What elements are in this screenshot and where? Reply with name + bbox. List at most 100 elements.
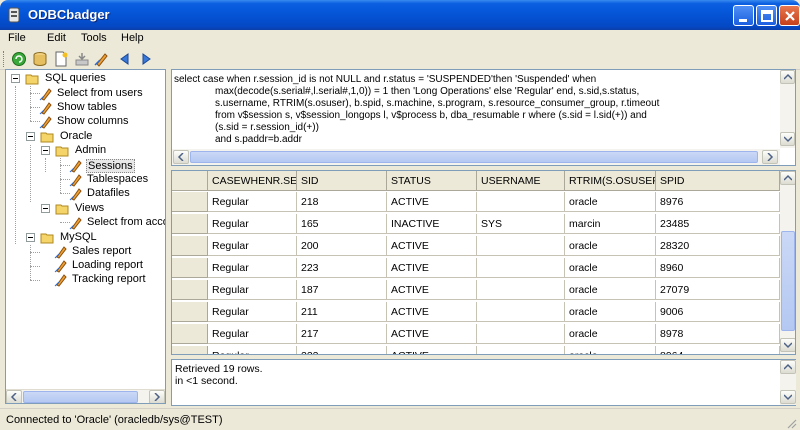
column-header[interactable]: SPID (656, 171, 780, 191)
grid-cell[interactable]: 222 (297, 346, 387, 354)
tree-node-views[interactable]: Views (41, 202, 161, 216)
menu-file[interactable]: File (8, 32, 26, 44)
sql-vertical-scrollbar[interactable] (780, 70, 795, 148)
collapse-toggle[interactable] (26, 233, 35, 242)
tree-horizontal-scrollbar[interactable] (6, 389, 165, 403)
scroll-left-button[interactable] (173, 150, 189, 164)
tree-node-sessions[interactable]: Sessions (69, 159, 164, 173)
tree-node-view-query[interactable]: Select from acco (69, 216, 165, 230)
message-pane[interactable]: Retrieved 19 rows. in <1 second. (171, 359, 796, 406)
grid-cell[interactable]: ACTIVE (387, 280, 477, 300)
menu-edit[interactable]: Edit (47, 32, 66, 44)
grid-cell[interactable]: oracle (565, 280, 656, 300)
collapse-toggle[interactable] (41, 204, 50, 213)
connect-icon[interactable] (32, 51, 48, 67)
scroll-right-button[interactable] (762, 150, 778, 164)
grid-cell[interactable]: 8976 (656, 192, 780, 212)
new-query-icon[interactable] (53, 51, 69, 67)
menu-tools[interactable]: Tools (81, 32, 107, 44)
collapse-toggle[interactable] (41, 146, 50, 155)
row-selector[interactable] (172, 236, 208, 256)
row-selector[interactable] (172, 192, 208, 212)
tree-node-query[interactable]: Show tables (39, 101, 164, 115)
title-bar[interactable]: ODBCbadger (0, 0, 800, 30)
grid-cell[interactable]: ACTIVE (387, 236, 477, 256)
tree-node-tracking-report[interactable]: Tracking report (54, 273, 164, 287)
tree-node-loading-report[interactable]: Loading report (54, 259, 164, 273)
tree-node-datafiles[interactable]: Datafiles (69, 187, 164, 201)
tree-node-sales-report[interactable]: Sales report (54, 245, 164, 259)
column-header[interactable]: SID (297, 171, 387, 191)
column-header[interactable]: CASEWHENR.SES (208, 171, 297, 191)
grid-cell[interactable]: oracle (565, 346, 656, 354)
grid-cell[interactable]: 223 (297, 258, 387, 278)
scroll-thumb[interactable] (190, 151, 758, 163)
grid-cell[interactable]: ACTIVE (387, 192, 477, 212)
grid-cell[interactable]: ACTIVE (387, 302, 477, 322)
grid-cell[interactable] (477, 236, 565, 256)
column-header[interactable]: STATUS (387, 171, 477, 191)
scroll-down-button[interactable] (780, 132, 795, 146)
grid-cell[interactable]: 8964 (656, 346, 780, 354)
grid-cell[interactable]: 200 (297, 236, 387, 256)
sql-horizontal-scrollbar[interactable] (172, 149, 780, 165)
grid-cell[interactable]: 8960 (656, 258, 780, 278)
grid-cell[interactable]: oracle (565, 324, 656, 344)
toolbar-grip[interactable] (3, 51, 6, 67)
grid-cell[interactable]: Regular (208, 192, 297, 212)
collapse-toggle[interactable] (11, 74, 20, 83)
scroll-up-button[interactable] (780, 171, 795, 185)
row-selector[interactable] (172, 214, 208, 234)
grid-cell[interactable]: 9006 (656, 302, 780, 322)
row-selector[interactable] (172, 280, 208, 300)
grid-cell[interactable]: 187 (297, 280, 387, 300)
grid-cell[interactable]: 211 (297, 302, 387, 322)
grid-cell[interactable]: ACTIVE (387, 346, 477, 354)
scroll-thumb[interactable] (781, 231, 795, 331)
sql-editor[interactable]: select case when r.session_id is not NUL… (171, 69, 796, 166)
grid-cell[interactable]: Regular (208, 214, 297, 234)
collapse-toggle[interactable] (26, 132, 35, 141)
grid-cell[interactable]: marcin (565, 214, 656, 234)
grid-cell[interactable]: Regular (208, 258, 297, 278)
grid-cell[interactable]: oracle (565, 302, 656, 322)
grid-cell[interactable]: ACTIVE (387, 324, 477, 344)
grid-cell[interactable]: oracle (565, 192, 656, 212)
tree-node-admin[interactable]: Admin (41, 144, 161, 158)
grid-cell[interactable]: SYS (477, 214, 565, 234)
grid-cell[interactable] (477, 302, 565, 322)
tree-node-tablespaces[interactable]: Tablespaces (69, 173, 164, 187)
export-icon[interactable] (74, 51, 90, 67)
grid-cell[interactable]: 23485 (656, 214, 780, 234)
grid-cell[interactable]: oracle (565, 258, 656, 278)
grid-cell[interactable]: 27079 (656, 280, 780, 300)
grid-cell[interactable]: 218 (297, 192, 387, 212)
results-grid[interactable]: CASEWHENR.SES SID STATUS USERNAME RTRIM(S.OS… (171, 170, 796, 355)
menu-help[interactable]: Help (121, 32, 144, 44)
scroll-down-button[interactable] (780, 338, 795, 352)
scroll-down-button[interactable] (780, 390, 796, 404)
tree-node-sql-queries[interactable]: SQL queries (11, 72, 161, 86)
scroll-right-button[interactable] (149, 390, 165, 403)
grid-cell[interactable]: 217 (297, 324, 387, 344)
grid-cell[interactable]: oracle (565, 236, 656, 256)
column-header[interactable]: USERNAME (477, 171, 565, 191)
resize-grip-icon[interactable] (785, 417, 797, 429)
row-selector[interactable] (172, 346, 208, 354)
grid-cell[interactable]: INACTIVE (387, 214, 477, 234)
grid-cell[interactable]: Regular (208, 302, 297, 322)
grid-cell[interactable]: 8978 (656, 324, 780, 344)
grid-cell[interactable] (477, 324, 565, 344)
query-tree[interactable]: SQL queries Select from users Show table… (5, 69, 166, 404)
grid-corner-cell[interactable] (172, 171, 208, 191)
edit-icon[interactable] (94, 51, 110, 67)
scroll-up-button[interactable] (780, 70, 795, 84)
scroll-thumb[interactable] (23, 391, 138, 403)
close-button[interactable] (779, 5, 800, 26)
row-selector[interactable] (172, 258, 208, 278)
column-header[interactable]: RTRIM(S.OSUSEF (565, 171, 656, 191)
grid-cell[interactable] (477, 280, 565, 300)
scroll-up-button[interactable] (780, 360, 796, 374)
tree-node-query[interactable]: Select from users (39, 87, 164, 101)
grid-cell[interactable] (477, 346, 565, 354)
